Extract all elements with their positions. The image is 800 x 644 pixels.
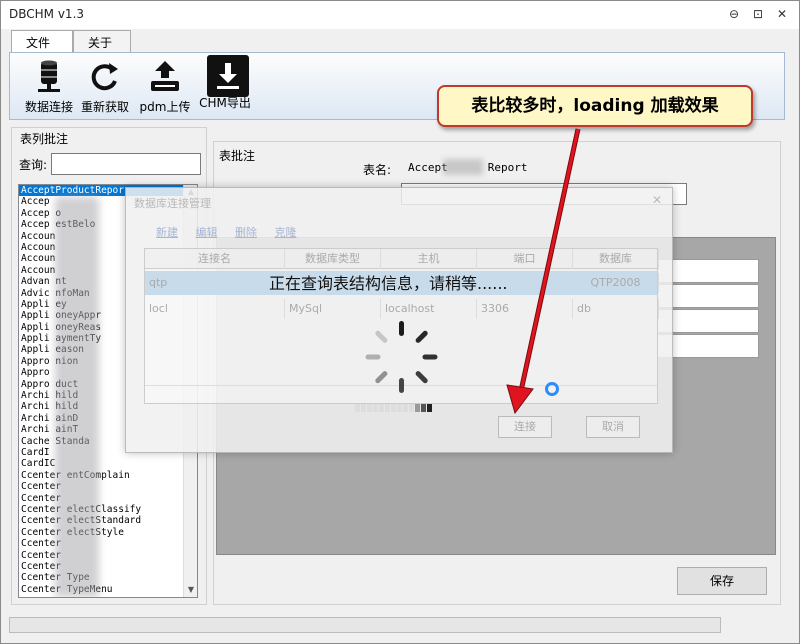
window-title: DBCHM v1.3 (9, 7, 85, 21)
column-header: 连接名 (145, 249, 285, 269)
database-icon (31, 59, 67, 95)
cell-name: locl (145, 299, 285, 319)
list-item[interactable]: Ccenter (19, 538, 185, 549)
tab-file[interactable]: 文件 (11, 30, 73, 52)
redaction-blur (55, 197, 99, 597)
grid-header: 连接名 数据库类型 主机 端口 数据库 (145, 249, 659, 269)
column-header: 端口 (477, 249, 573, 269)
save-button[interactable]: 保存 (677, 567, 767, 595)
delete-link[interactable]: 删除 (235, 226, 257, 239)
column-header: 数据库类型 (285, 249, 381, 269)
list-item[interactable]: Ccenter electClassify (19, 504, 185, 515)
restore-icon[interactable]: ⊡ (749, 6, 767, 22)
cell-type: MySql (285, 299, 381, 319)
edit-link[interactable]: 编辑 (196, 226, 218, 239)
list-item[interactable]: CardIC (19, 458, 185, 469)
scroll-down-icon[interactable]: ▼ (186, 585, 196, 595)
cell-port: 3306 (477, 299, 573, 319)
list-item[interactable]: Ccenter (19, 481, 185, 492)
list-item[interactable]: Ccenter entComplain (19, 470, 185, 481)
loading-message: 正在查询表结构信息，请稍等...... (269, 274, 508, 293)
tab-about[interactable]: 关于 (73, 30, 131, 52)
cancel-dialog-button[interactable]: 取消 (586, 416, 640, 438)
cell-host: localhost (381, 299, 477, 319)
annotation-callout: 表比较多时，loading 加载效果 (437, 85, 753, 127)
connect-dialog-button[interactable]: 连接 (498, 416, 552, 438)
cell-name: qtp (145, 273, 285, 293)
table-comment-group-label: 表批注 (219, 149, 256, 163)
dialog-close-icon[interactable]: ✕ (652, 193, 662, 207)
dialog-title: 数据库连接管理 (134, 197, 211, 210)
list-item[interactable]: Ccenter (19, 550, 185, 561)
list-item[interactable]: Ccenter TypeMenu (19, 584, 185, 595)
clone-link[interactable]: 克隆 (275, 226, 297, 239)
table-name-label: 表名: (363, 163, 392, 177)
list-item[interactable]: Ccenter electStyle (19, 527, 185, 538)
list-item[interactable]: Ccenter Type (19, 572, 185, 583)
refresh-button[interactable]: 重新获取 (72, 59, 138, 115)
list-item[interactable]: Ccenter electStandard (19, 515, 185, 526)
close-icon[interactable]: ✕ (773, 6, 791, 22)
list-item[interactable]: Ccenter (19, 493, 185, 504)
connection-dialog: 数据库连接管理 ✕ 新建 编辑 删除 克隆 连接名 数据库类型 主机 端口 数据… (125, 187, 673, 453)
progress-bar (9, 617, 721, 633)
list-item[interactable]: Ccenter (19, 561, 185, 572)
busy-cursor-icon (545, 382, 559, 396)
cell-database: db (573, 299, 659, 319)
main-window: DBCHM v1.3 ⊖ ⊡ ✕ 文件 关于 数据连接 重新获取 pdm上传 C… (0, 0, 800, 644)
table-name-prefix: Accept (408, 161, 448, 174)
query-input[interactable] (51, 153, 201, 175)
refresh-label: 重新获取 (80, 100, 129, 114)
loading-spinner-icon (365, 321, 438, 393)
upload-icon (147, 59, 183, 95)
new-link[interactable]: 新建 (156, 226, 178, 239)
minimize-icon[interactable]: ⊖ (725, 6, 743, 22)
chm-export-button[interactable]: CHM导出 (192, 55, 258, 111)
table-row[interactable]: locl MySql localhost 3306 db (145, 297, 659, 321)
table-list-group-label: 表列批注 (20, 132, 69, 146)
pdm-upload-label: pdm上传 (139, 100, 191, 114)
download-icon (207, 55, 249, 97)
pdm-upload-button[interactable]: pdm上传 (132, 59, 198, 115)
column-header: 主机 (381, 249, 477, 269)
dialog-links: 新建 编辑 删除 克隆 (156, 224, 311, 240)
loading-progress-icon (355, 404, 437, 412)
query-label: 查询: (19, 158, 48, 172)
redaction-blur (443, 159, 483, 175)
column-header: 数据库 (573, 249, 659, 269)
table-name-suffix: Report (487, 161, 528, 174)
cell-database: QTP2008 (573, 273, 659, 293)
title-bar: DBCHM v1.3 ⊖ ⊡ ✕ (1, 1, 799, 29)
refresh-icon (87, 59, 123, 95)
